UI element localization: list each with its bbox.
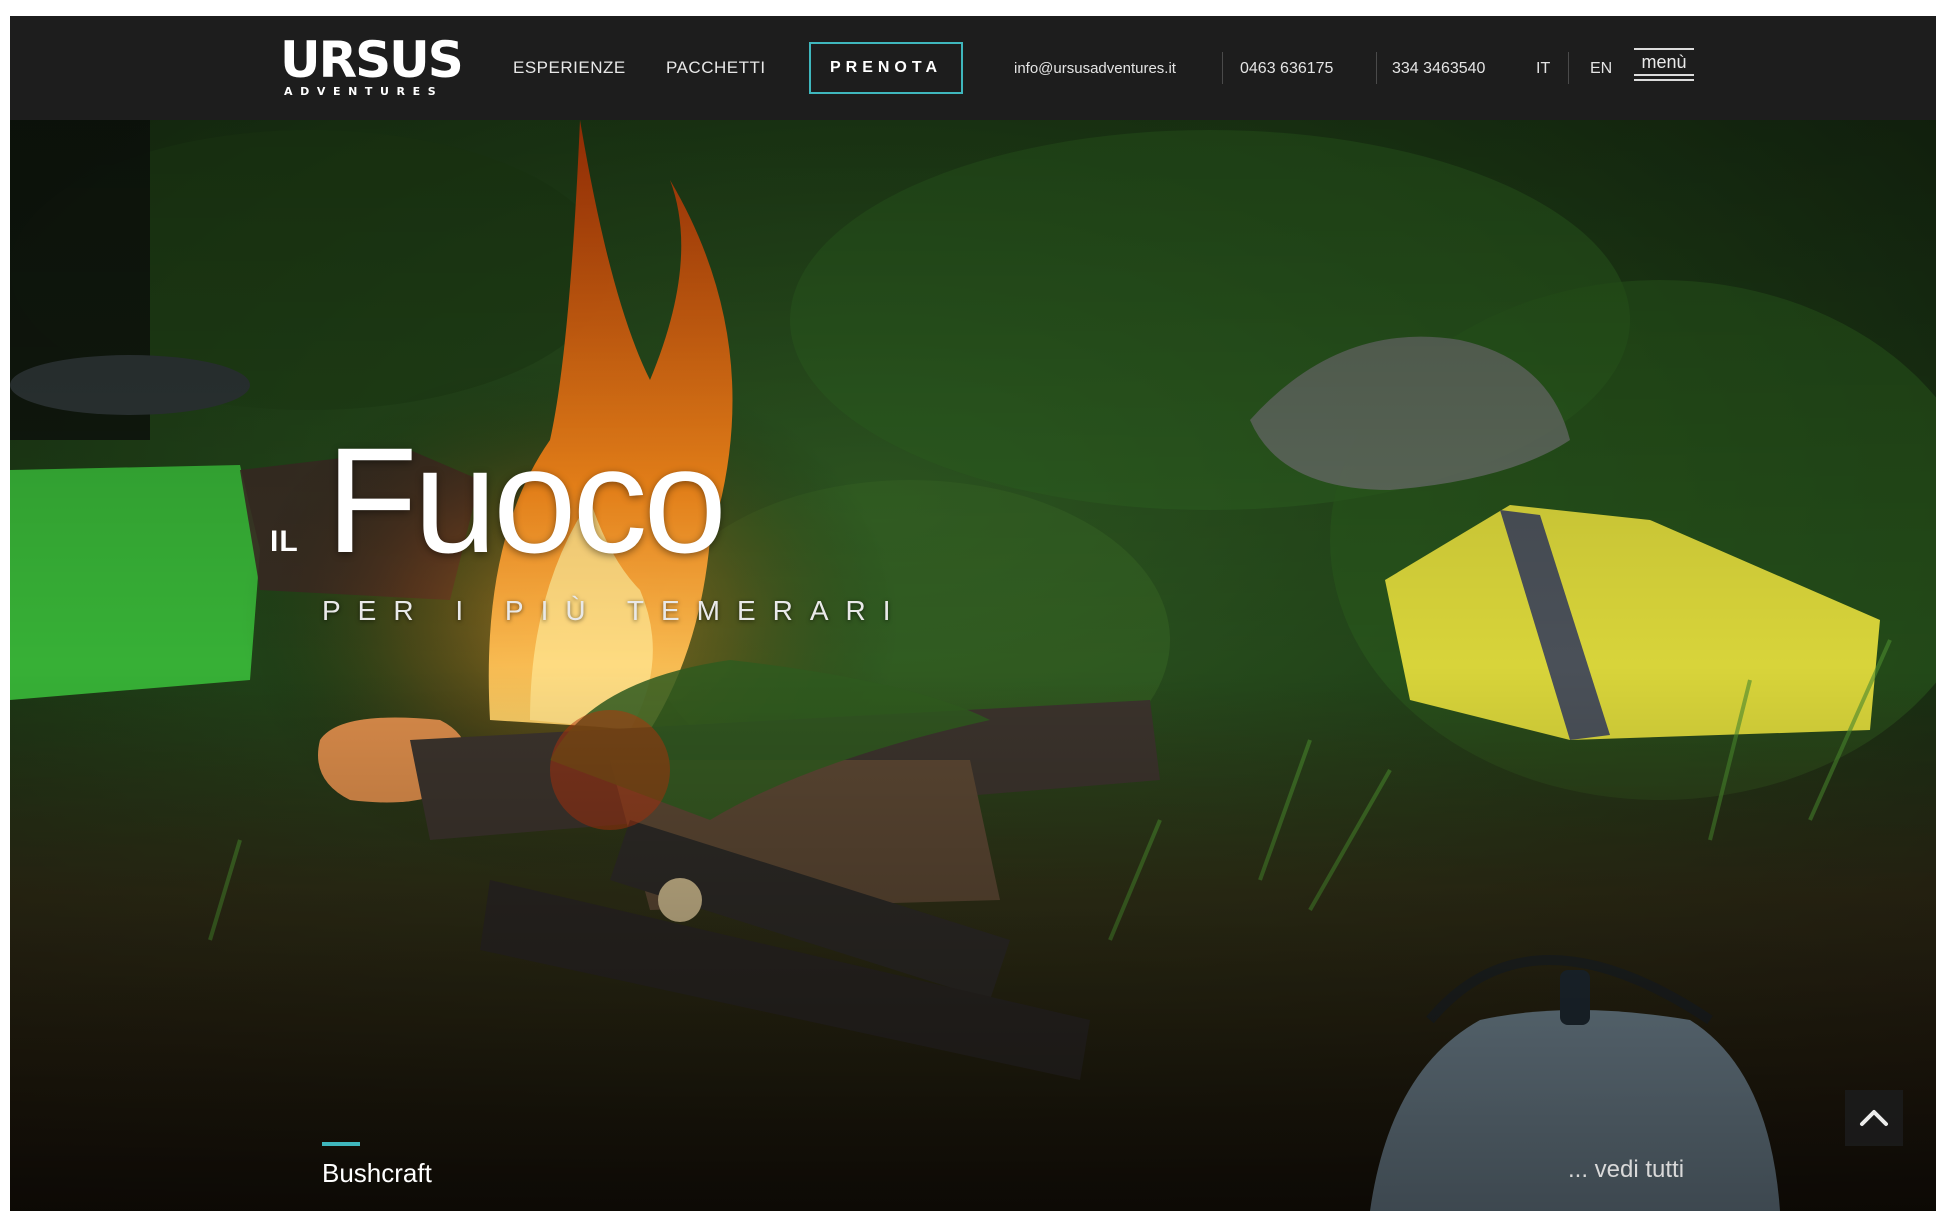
- hamburger-menu-icon: [1634, 48, 1694, 50]
- category-link[interactable]: Bushcraft: [322, 1158, 432, 1189]
- phone-link[interactable]: 0463 636175: [1240, 16, 1333, 120]
- language-it-link[interactable]: IT: [1536, 16, 1550, 120]
- logo-subtitle: ADVENTURES: [284, 85, 444, 98]
- see-all-link[interactable]: ... vedi tutti: [1568, 1156, 1684, 1184]
- menu-underline: [1634, 79, 1694, 81]
- headline-subtitle: PER I PIÙ TEMERARI: [322, 595, 908, 626]
- logo-wordmark: URSUS: [280, 31, 464, 89]
- page-frame: URSUS ADVENTURES ESPERIENZE PACCHETTI PR…: [10, 16, 1936, 1211]
- back-to-top-button[interactable]: [1845, 1090, 1903, 1146]
- category-accent-line: [322, 1142, 360, 1146]
- hero-section: IL Fuoco PER I PIÙ TEMERARI Bushcraft ..…: [10, 120, 1936, 1211]
- mobile-link[interactable]: 334 3463540: [1392, 16, 1485, 120]
- nav-esperienze-link[interactable]: ESPERIENZE: [513, 16, 626, 120]
- chevron-up-icon: [1860, 1110, 1888, 1126]
- menu-underline: [1634, 74, 1694, 76]
- divider: [1376, 52, 1377, 84]
- divider: [1222, 52, 1223, 84]
- campfire-background-image: [10, 120, 1936, 1211]
- headline-title: Fuoco: [326, 416, 727, 584]
- prenota-button[interactable]: PRENOTA: [809, 42, 963, 94]
- language-en-link[interactable]: EN: [1590, 16, 1612, 120]
- top-navigation-bar: URSUS ADVENTURES ESPERIENZE PACCHETTI PR…: [10, 16, 1936, 120]
- email-link[interactable]: info@ursusadventures.it: [1014, 16, 1176, 120]
- menu-label: menù: [1641, 52, 1687, 72]
- ursus-logo[interactable]: URSUS ADVENTURES: [280, 33, 464, 103]
- menu-button[interactable]: menù: [1632, 48, 1696, 88]
- headline-prefix: IL: [270, 525, 299, 558]
- divider: [1568, 52, 1569, 84]
- nav-pacchetti-link[interactable]: PACCHETTI: [666, 16, 766, 120]
